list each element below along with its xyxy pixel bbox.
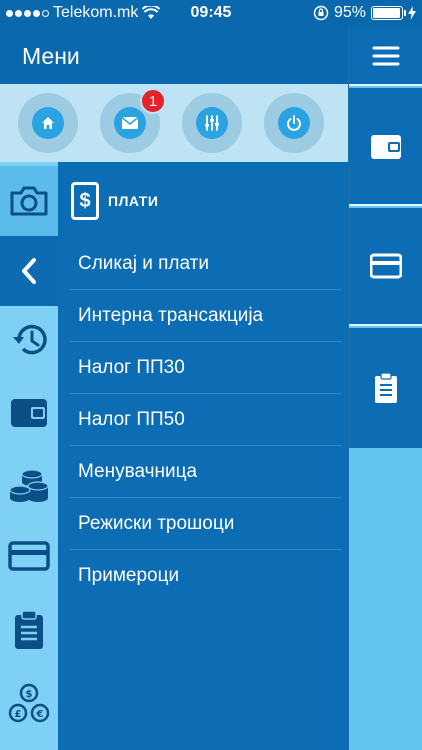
wallet-icon (11, 399, 47, 427)
menu-item-pp30[interactable]: Налог ПП30 (70, 342, 342, 394)
rail-back-button[interactable] (0, 236, 58, 306)
home-button[interactable] (18, 93, 78, 153)
rail-item-camera[interactable] (0, 166, 58, 236)
page-title: Мени (22, 43, 80, 69)
svg-text:£: £ (15, 709, 22, 720)
logout-button[interactable] (264, 93, 324, 153)
clipboard-icon (375, 372, 397, 403)
right-nav-wallet[interactable] (349, 88, 422, 206)
notification-badge: 1 (140, 88, 166, 114)
settings-button[interactable] (182, 93, 242, 153)
right-nav-clipboard[interactable] (349, 328, 422, 448)
rail-item-history[interactable] (0, 310, 58, 370)
submenu-title: ПЛАТИ (108, 193, 159, 209)
menu-item-pp50[interactable]: Налог ПП50 (70, 394, 342, 446)
battery-icon (371, 6, 406, 20)
rail-item-exchange[interactable]: $ £ € (0, 674, 58, 734)
status-right: 95% (313, 4, 416, 22)
menu-item-snap-pay[interactable]: Сликај и плати (70, 238, 342, 290)
rail-item-coins[interactable] (0, 454, 58, 514)
hamburger-menu-button[interactable] (349, 28, 422, 86)
rail-item-card[interactable] (0, 526, 58, 586)
menu-item-utility-bills[interactable]: Режиски трошоци (70, 498, 342, 550)
menu-header: Мени (0, 28, 348, 84)
power-icon (287, 115, 301, 131)
menu-item-exchange-office[interactable]: Менувачница (70, 446, 342, 498)
category-rail: $ £ € (0, 162, 58, 750)
rail-item-wallet[interactable] (0, 382, 58, 442)
svg-text:€: € (36, 709, 44, 720)
quick-actions-bar: 1 (0, 84, 348, 162)
home-icon (42, 117, 54, 129)
right-nav-card[interactable] (349, 208, 422, 326)
camera-icon (10, 186, 48, 216)
right-nav-bar (348, 28, 422, 750)
messages-button[interactable]: 1 (100, 88, 166, 153)
coins-icon (9, 469, 49, 502)
chevron-left-icon (22, 258, 36, 284)
status-bar: Telekom.mk 09:45 95% (0, 0, 422, 28)
history-icon (13, 324, 47, 355)
battery-percent: 95% (333, 4, 366, 21)
sliders-icon (205, 115, 219, 131)
clipboard-icon (15, 610, 43, 649)
payment-document-icon: $ (71, 182, 99, 220)
credit-card-icon (8, 541, 50, 571)
charging-icon (408, 6, 416, 20)
hamburger-menu-icon (372, 46, 400, 66)
currency-exchange-icon: $ £ € (8, 683, 50, 723)
wallet-icon (371, 135, 401, 159)
mail-icon (121, 116, 139, 129)
submenu-header: $ ПЛАТИ (71, 182, 158, 220)
submenu-list: Сликај и плати Интерна трансакција Налог… (70, 238, 342, 602)
rail-item-clipboard[interactable] (0, 600, 58, 660)
svg-text:$: $ (26, 689, 33, 700)
orientation-lock-icon (313, 5, 329, 21)
submenu-panel: $ ПЛАТИ Сликај и плати Интерна трансакци… (58, 162, 348, 750)
menu-item-templates[interactable]: Примероци (70, 550, 342, 602)
menu-item-internal-transaction[interactable]: Интерна трансакција (70, 290, 342, 342)
credit-card-icon (370, 253, 402, 279)
